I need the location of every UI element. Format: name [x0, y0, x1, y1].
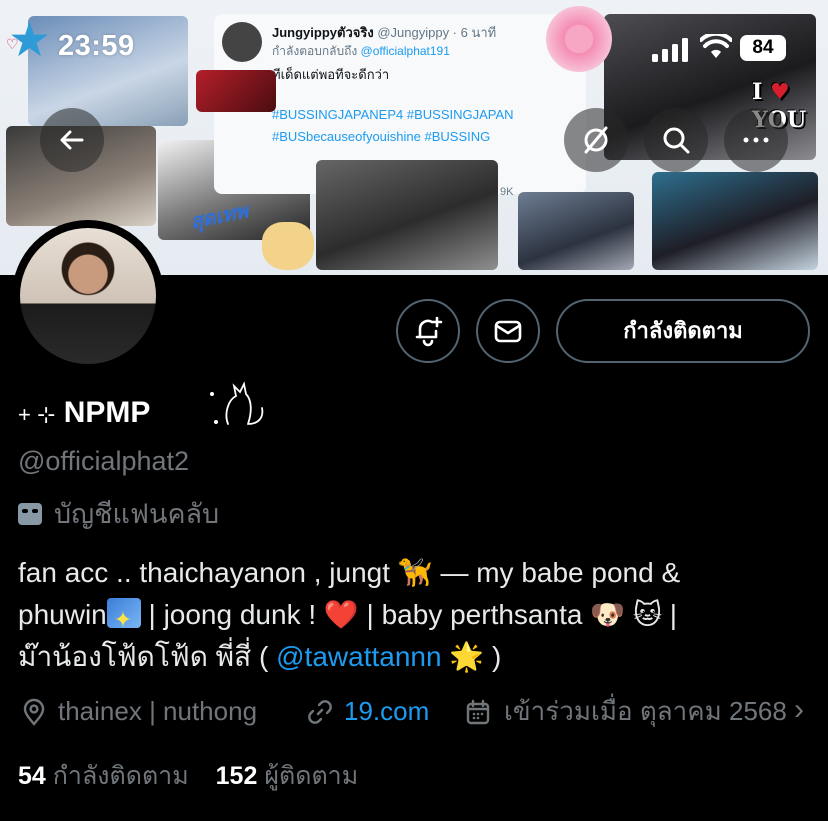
- tweet-stats: 9K: [500, 186, 514, 198]
- back-arrow-icon: [60, 130, 84, 150]
- mute-icon: [584, 126, 608, 154]
- profile-join-date: เข้าร่วมเมื่อ ตุลาคม 2568: [464, 692, 787, 730]
- location-pin-icon: [23, 698, 45, 726]
- mute-button[interactable]: [564, 108, 628, 172]
- banner-photo: [316, 160, 498, 270]
- search-icon: [663, 127, 690, 154]
- shooting-star-emoji-icon: [106, 598, 141, 641]
- avatar[interactable]: [20, 228, 156, 364]
- calendar-icon: [466, 699, 490, 725]
- tweet-hashtags: #BUSSINGJAPANEP4 #BUSSINGJAPAN #BUSbecau…: [272, 107, 514, 144]
- banner-photo: [652, 172, 818, 270]
- back-button[interactable]: [40, 108, 104, 172]
- profile-bio: fan acc .. thaichayanon , jungt 🦮 — my b…: [18, 552, 818, 678]
- chevron-right-icon[interactable]: ›: [794, 692, 804, 728]
- following-link[interactable]: 54 กำลังติดตาม: [18, 762, 189, 790]
- notifications-button[interactable]: [396, 299, 460, 363]
- bio-line: ม๊าน้องโฟ้ดโฟ้ด พี่สี่ ( @tawattannn 🌟 ): [18, 641, 502, 672]
- more-icon: [743, 137, 769, 143]
- profile-handle: @officialphat2: [18, 446, 190, 476]
- tweet-text: ทีเด็ดแต่พอทีจะดีกว่า: [272, 67, 390, 82]
- profile-location: thainex | nuthong: [18, 692, 257, 730]
- tweet-avatar: [222, 22, 262, 62]
- bio-line: fan acc .. thaichayanon , jungt 🦮 — my b…: [18, 557, 681, 588]
- heart-sticker-icon: ♡: [6, 36, 19, 52]
- bio-line: phuwin | joong dunk ! ❤️ | baby perthsan…: [18, 594, 818, 641]
- flower-sticker-icon: [546, 6, 612, 72]
- profile-website[interactable]: 19.com: [306, 692, 429, 730]
- tweet-reply-line: กำลังตอบกลับถึง @officialphat191: [272, 44, 450, 58]
- mail-icon: [494, 320, 522, 343]
- cellular-signal-icon: [652, 38, 688, 62]
- wifi-icon: [700, 34, 732, 58]
- link-icon: [308, 700, 332, 724]
- banner-photo: [196, 70, 276, 112]
- status-time: 23:59: [58, 30, 135, 62]
- fan-account-badge: บัญชีแฟนคลับ: [18, 492, 219, 535]
- battery-indicator: 84: [740, 35, 786, 61]
- following-button[interactable]: กำลังติดตาม: [556, 299, 810, 363]
- bell-plus-icon: [415, 316, 443, 347]
- search-button[interactable]: [644, 108, 708, 172]
- more-button[interactable]: [724, 108, 788, 172]
- mask-icon: [18, 503, 42, 525]
- tweet-header: Jungyippyตัวจริง @Jungyippy · 6 นาที: [272, 25, 497, 40]
- followers-link[interactable]: 152 ผู้ติดตาม: [216, 762, 359, 790]
- dog-sticker-icon: [262, 222, 314, 270]
- bio-mention-link[interactable]: @tawattannn: [276, 641, 441, 672]
- message-button[interactable]: [476, 299, 540, 363]
- display-name: + ⊹ NPMP: [18, 396, 151, 429]
- follow-stats: 54 กำลังติดตาม 152 ผู้ติดตาม: [18, 756, 358, 796]
- banner-photo: [518, 192, 634, 270]
- cat-doodle-icon: [210, 381, 264, 425]
